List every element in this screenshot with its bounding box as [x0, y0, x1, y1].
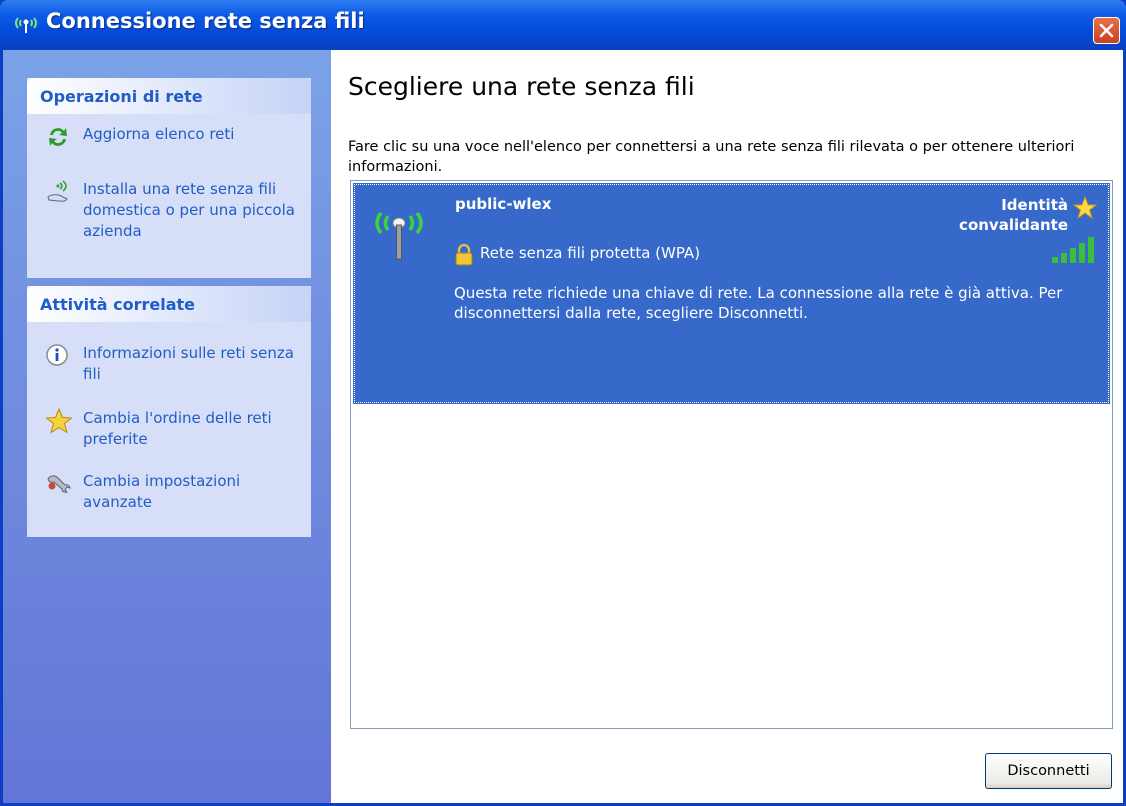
wireless-antenna-icon [369, 203, 429, 263]
main-content: Scegliere una rete senza fili Fare clic … [331, 50, 1123, 803]
title-bar[interactable]: Connessione rete senza fili [0, 0, 1126, 50]
page-title: Scegliere una rete senza fili [348, 72, 695, 101]
network-tasks-panel: Operazioni di rete Aggiorna elenco reti [27, 78, 311, 278]
related-tasks-title: Attività correlate [40, 295, 195, 314]
task-advanced-settings-label: Cambia impostazioni avanzate [83, 472, 241, 511]
preferred-network-star-icon [1072, 195, 1098, 224]
refresh-icon [45, 124, 71, 150]
info-icon [45, 343, 71, 369]
task-preferred-order-label: Cambia l'ordine delle reti preferite [83, 409, 272, 448]
close-button[interactable] [1093, 17, 1120, 44]
network-tasks-title: Operazioni di rete [40, 87, 203, 106]
network-name: public-wlex [455, 195, 552, 213]
related-tasks-panel: Attività correlate Informazioni sulle re… [27, 286, 311, 537]
settings-icon [45, 471, 71, 497]
window-title: Connessione rete senza fili [46, 9, 365, 33]
window: Connessione rete senza fili Operazioni d… [0, 0, 1126, 806]
window-client: Operazioni di rete Aggiorna elenco reti [3, 50, 1123, 803]
network-list[interactable]: public-wlex Identità convalidante Rete s… [350, 180, 1113, 729]
instructions-text: Fare clic su una voce nell'elenco per co… [348, 139, 1075, 175]
task-pane: Operazioni di rete Aggiorna elenco reti [3, 50, 331, 803]
disconnect-button[interactable]: Disconnetti [985, 753, 1112, 789]
task-setup-wireless-label: Installa una rete senza fili domestica o… [83, 180, 295, 240]
network-security: Rete senza fili protetta (WPA) [480, 244, 701, 262]
close-icon [1099, 23, 1114, 38]
lock-icon [454, 243, 474, 271]
task-refresh-list-label: Aggiorna elenco reti [83, 125, 235, 143]
network-tasks-header: Operazioni di rete [27, 78, 311, 114]
wireless-network-icon [12, 14, 40, 33]
signal-strength-icon [1050, 235, 1100, 269]
network-description: Questa rete richiede una chiave di rete.… [454, 284, 1063, 322]
wireless-setup-icon [45, 179, 71, 205]
network-connection-status: Identità convalidante [959, 196, 1068, 234]
network-list-item[interactable]: public-wlex Identità convalidante Rete s… [353, 183, 1110, 404]
star-icon [45, 407, 73, 434]
related-tasks-header: Attività correlate [27, 286, 311, 322]
task-wireless-info-label: Informazioni sulle reti senza fili [83, 344, 294, 383]
